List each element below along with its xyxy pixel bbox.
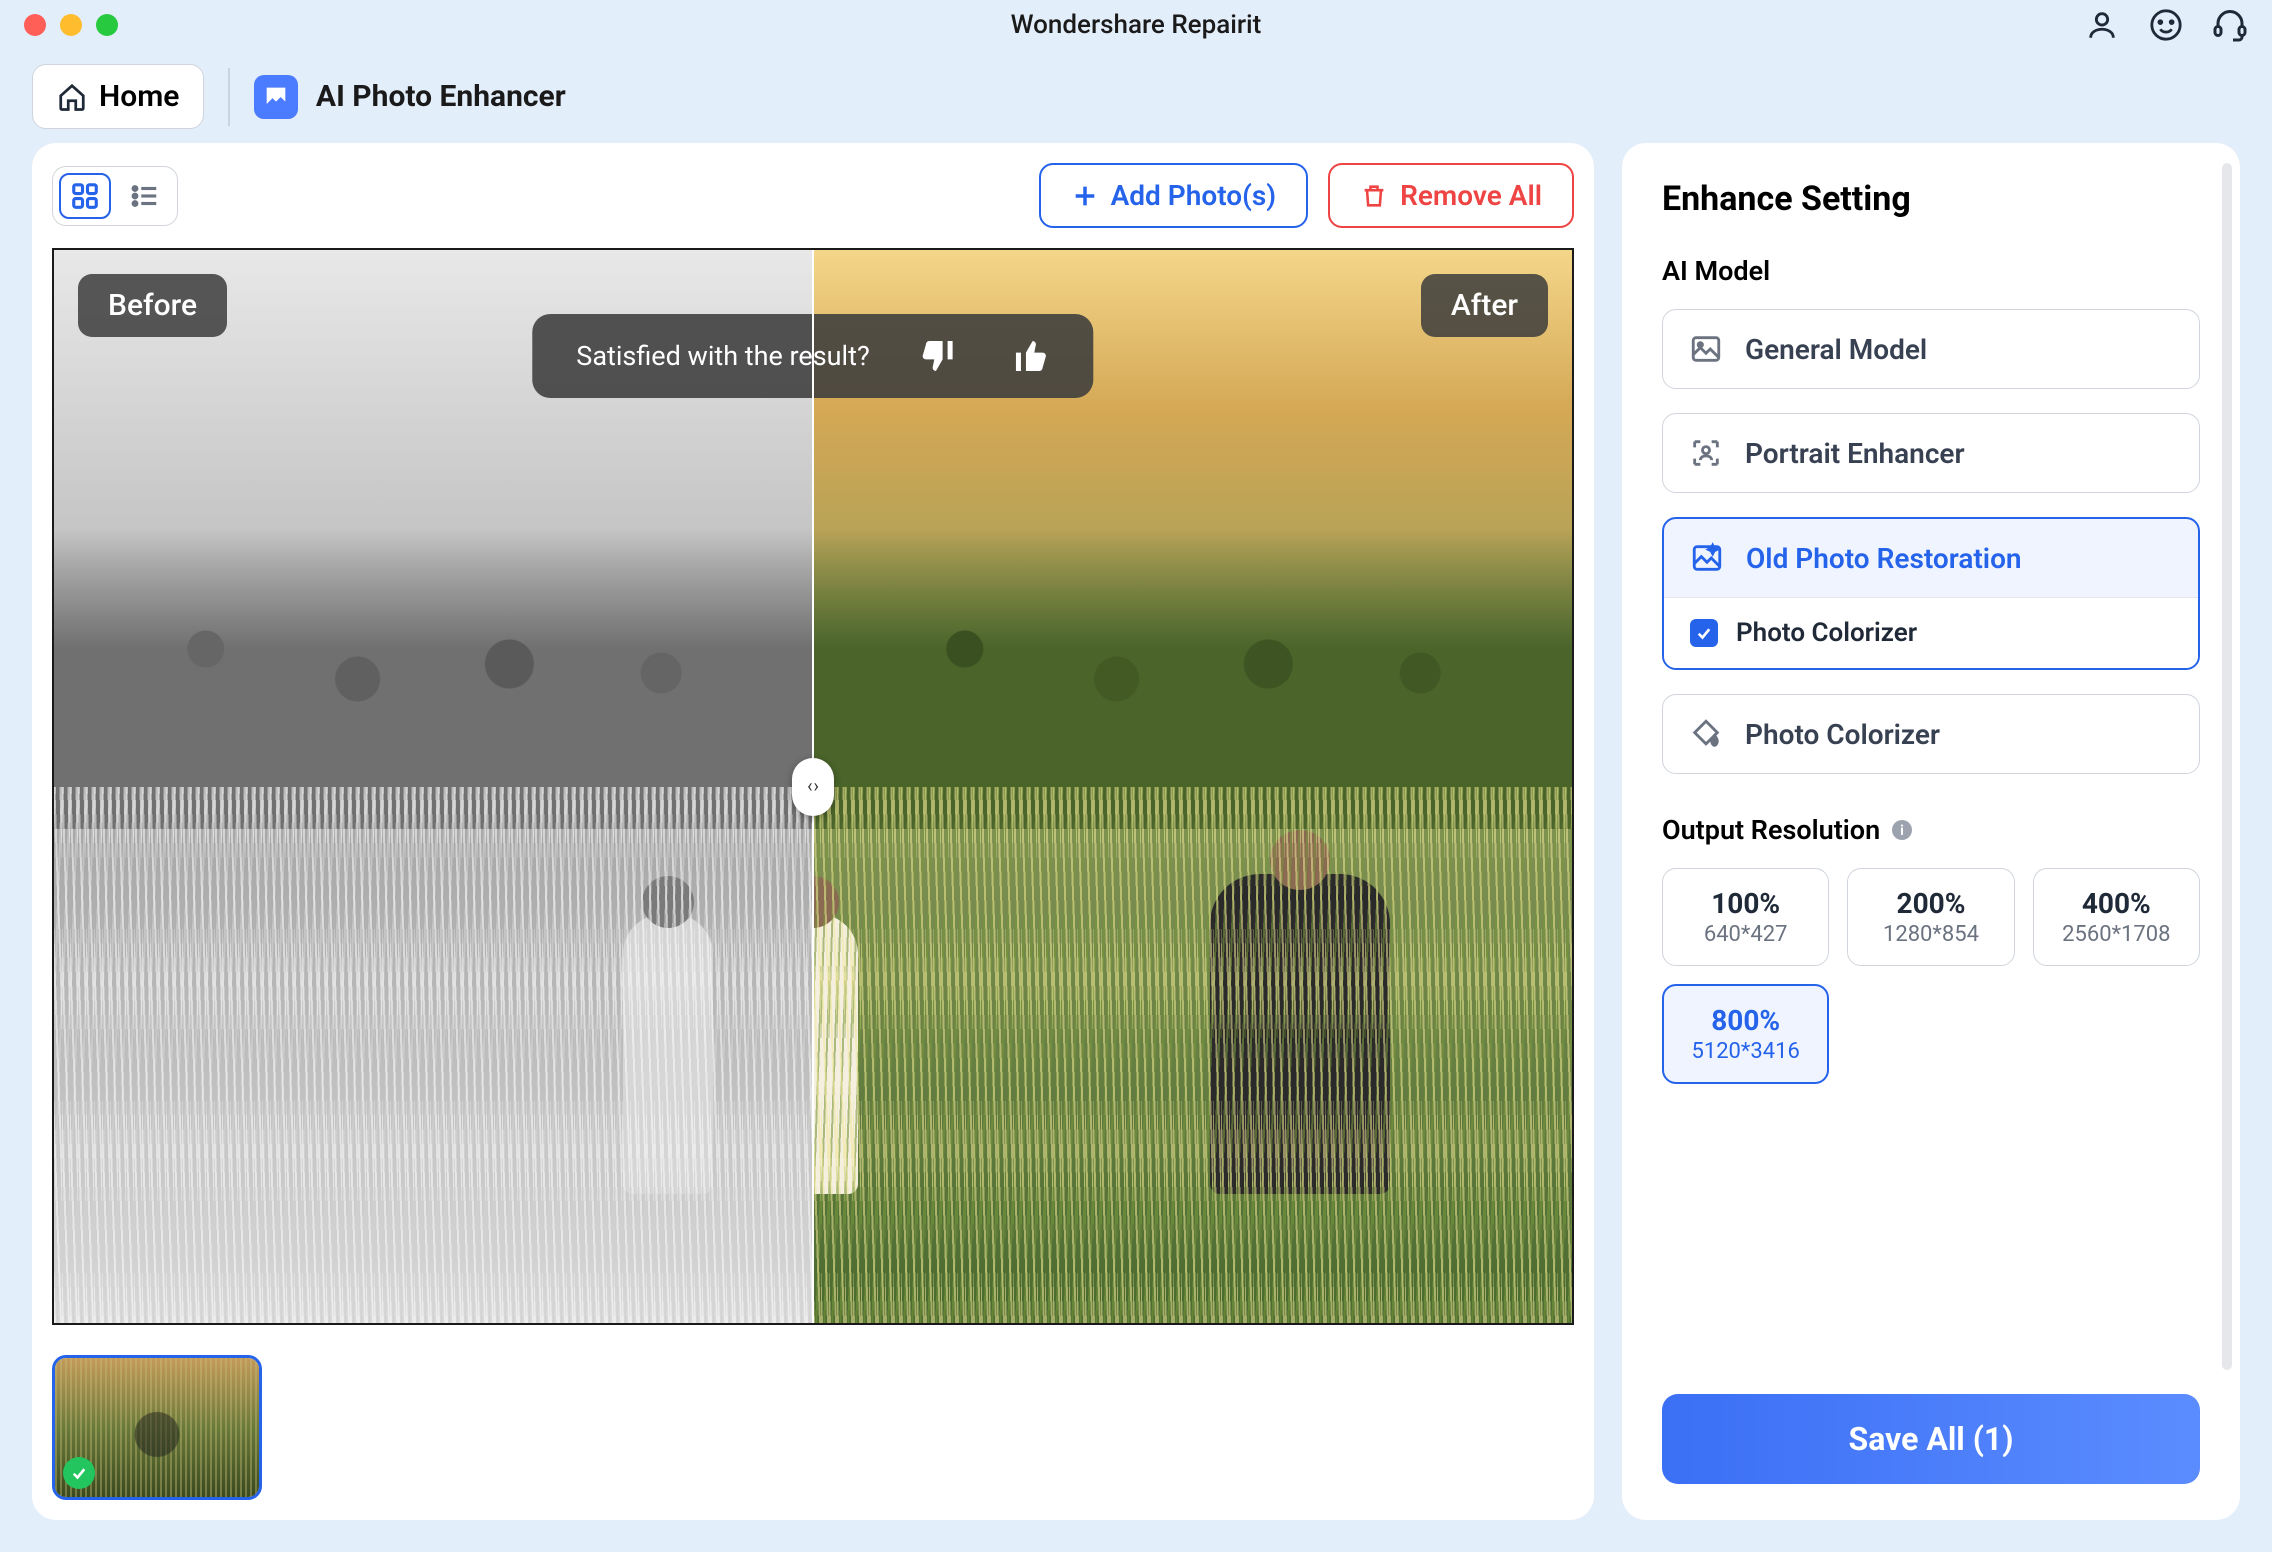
model-portrait[interactable]: Portrait Enhancer <box>1662 413 2200 493</box>
model-label: Photo Colorizer <box>1745 718 1940 751</box>
restore-icon <box>1690 541 1724 575</box>
resolution-option-800[interactable]: 800% 5120*3416 <box>1662 984 1829 1084</box>
remove-all-label: Remove All <box>1400 179 1542 212</box>
save-label: Save All (1) <box>1849 1420 2014 1458</box>
info-icon[interactable]: i <box>1890 818 1914 842</box>
chevron-left-icon: ‹ <box>807 776 812 797</box>
list-view-button[interactable] <box>119 173 171 219</box>
comparison-slider-handle[interactable]: ‹› <box>792 758 834 816</box>
model-colorizer[interactable]: Photo Colorizer <box>1662 694 2200 774</box>
thumbs-down-icon <box>920 336 960 376</box>
model-general[interactable]: General Model <box>1662 309 2200 389</box>
resolution-pct: 400% <box>2046 887 2187 920</box>
resolution-pct: 200% <box>1860 887 2001 920</box>
close-window-button[interactable] <box>24 14 46 36</box>
add-photo-label: Add Photo(s) <box>1111 179 1276 212</box>
thumbs-up-icon <box>1010 336 1050 376</box>
thumbnail-item[interactable] <box>52 1355 262 1500</box>
model-label: General Model <box>1745 333 1927 366</box>
minimize-window-button[interactable] <box>60 14 82 36</box>
editor-panel: Add Photo(s) Remove All <box>32 143 1594 1520</box>
titlebar: Wondershare Repairit <box>0 0 2272 50</box>
processed-check-icon <box>63 1457 95 1489</box>
home-label: Home <box>99 79 179 114</box>
resolution-dim: 640*427 <box>1675 922 1816 947</box>
resolution-dim: 1280*854 <box>1860 922 2001 947</box>
remove-all-button[interactable]: Remove All <box>1328 163 1574 228</box>
support-icon[interactable] <box>2212 7 2248 43</box>
model-label: Old Photo Restoration <box>1746 542 2022 575</box>
breadcrumb-separator <box>228 68 230 126</box>
save-all-button[interactable]: Save All (1) <box>1662 1394 2200 1484</box>
face-scan-icon <box>1689 436 1723 470</box>
add-photo-button[interactable]: Add Photo(s) <box>1039 163 1308 228</box>
thumbnail-strip <box>52 1345 1574 1500</box>
svg-text:i: i <box>1900 823 1904 839</box>
image-icon <box>1689 332 1723 366</box>
before-badge: Before <box>78 274 227 337</box>
check-icon <box>1695 624 1713 642</box>
before-image <box>54 250 813 1323</box>
section-title: AI Photo Enhancer <box>316 79 566 114</box>
feedback-icon[interactable] <box>2148 7 2184 43</box>
colorizer-checkbox[interactable] <box>1690 619 1718 647</box>
paint-bucket-icon <box>1689 717 1723 751</box>
thumbs-down-button[interactable] <box>920 336 960 376</box>
model-sub-option[interactable]: Photo Colorizer <box>1664 597 2198 668</box>
model-label: Portrait Enhancer <box>1745 437 1965 470</box>
model-old-photo[interactable]: Old Photo Restoration Photo Colorizer <box>1662 517 2200 670</box>
resolution-dim: 2560*1708 <box>2046 922 2187 947</box>
resolution-option-400[interactable]: 400% 2560*1708 <box>2033 868 2200 966</box>
after-image <box>813 250 1572 1323</box>
home-button[interactable]: Home <box>32 64 204 129</box>
list-icon <box>130 181 160 211</box>
account-icon[interactable] <box>2084 7 2120 43</box>
resolution-option-200[interactable]: 200% 1280*854 <box>1847 868 2014 966</box>
maximize-window-button[interactable] <box>96 14 118 36</box>
settings-panel: Enhance Setting AI Model General Model P… <box>1622 143 2240 1520</box>
window-controls <box>24 14 118 36</box>
grid-view-button[interactable] <box>59 173 111 219</box>
toolbar: Add Photo(s) Remove All <box>52 163 1574 228</box>
output-resolution-label: Output Resolution i <box>1662 814 2200 846</box>
after-badge: After <box>1421 274 1548 337</box>
breadcrumb: Home AI Photo Enhancer <box>0 50 2272 143</box>
view-toggle-group <box>52 166 178 226</box>
resolution-dim: 5120*3416 <box>1676 1039 1815 1064</box>
feedback-prompt: Satisfied with the result? <box>576 340 869 372</box>
enhancer-icon <box>254 75 298 119</box>
panel-title: Enhance Setting <box>1662 179 2200 219</box>
app-title: Wondershare Repairit <box>1011 10 1262 40</box>
thumbs-up-button[interactable] <box>1010 336 1050 376</box>
sub-option-label: Photo Colorizer <box>1736 618 1917 648</box>
grid-icon <box>70 181 100 211</box>
trash-icon <box>1360 182 1388 210</box>
resolution-pct: 800% <box>1676 1004 1815 1037</box>
preview-area: Before After Satisfied with the result? … <box>52 248 1574 1325</box>
home-icon <box>57 82 87 112</box>
resolution-option-100[interactable]: 100% 640*427 <box>1662 868 1829 966</box>
ai-model-label: AI Model <box>1662 255 2200 287</box>
plus-icon <box>1071 182 1099 210</box>
breadcrumb-section: AI Photo Enhancer <box>254 75 566 119</box>
chevron-right-icon: › <box>814 776 819 797</box>
resolution-pct: 100% <box>1675 887 1816 920</box>
